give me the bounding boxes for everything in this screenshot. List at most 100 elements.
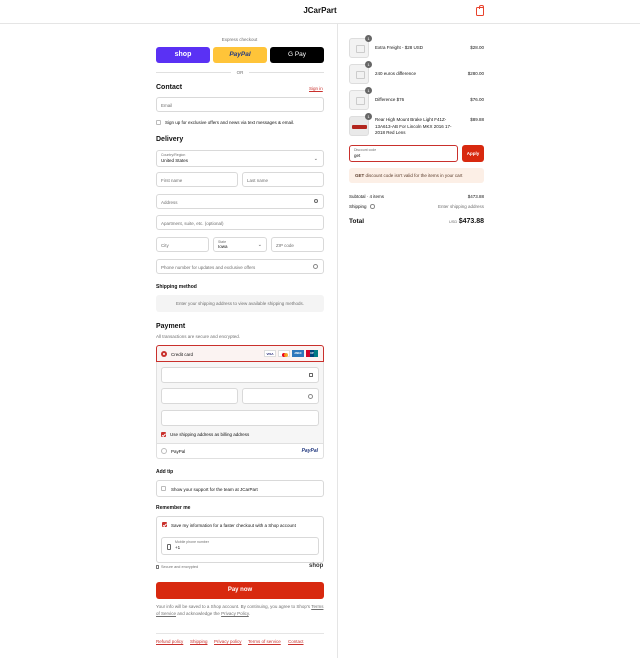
tip-option[interactable]: Show your support for the team at JCarPa… (156, 480, 324, 497)
chevron-down-icon: ⌄ (313, 156, 318, 162)
pay-now-button[interactable]: Pay now (156, 582, 324, 599)
discount-error-text: discount code isn't valid for the items … (365, 173, 463, 178)
subtotal-label: Subtotal · 4 items (349, 194, 385, 199)
tip-title: Add tip (156, 469, 174, 475)
line-item-price: $28.00 (470, 45, 484, 50)
currency-code: USD (448, 219, 458, 224)
terms-of-service-link[interactable]: Terms of service (248, 639, 281, 644)
line-item-name: 240 euros difference (375, 71, 416, 76)
phone-field[interactable]: Phone number for updates and exclusive o… (156, 259, 324, 274)
country-label: Country/Region (161, 153, 186, 157)
help-icon[interactable] (313, 264, 318, 269)
or-divider-left (156, 72, 231, 73)
save-info-checkbox[interactable] (162, 522, 167, 527)
help-icon[interactable] (370, 204, 375, 209)
credit-card-option[interactable]: Credit card VISA AMEX UP (156, 345, 324, 362)
remember-title: Remember me (156, 505, 191, 511)
email-placeholder: Email (161, 103, 173, 108)
quantity-badge: 1 (365, 35, 372, 42)
legal-text: Your info will be saved to a Shop accoun… (156, 604, 324, 617)
google-pay-button[interactable]: G Pay (270, 47, 324, 63)
mobile-value: +1 (175, 545, 181, 550)
contact-link[interactable]: Contact (288, 639, 304, 644)
search-icon (314, 199, 318, 203)
shopping-bag-icon[interactable] (476, 5, 484, 16)
shipping-method-notice: Enter your shipping address to view avai… (156, 295, 324, 312)
radio-selected[interactable] (161, 351, 167, 357)
billing-same-label: Use shipping address as billing address (170, 432, 250, 437)
legal-text-3: . (248, 610, 251, 616)
address-placeholder: Address (161, 200, 178, 205)
first-name-placeholder: First name (161, 178, 183, 183)
lock-icon (156, 565, 159, 569)
privacy-policy-link[interactable]: Privacy policy (214, 639, 242, 644)
address-field[interactable]: Address (156, 194, 324, 209)
chevron-down-icon: ⌄ (257, 242, 262, 248)
contact-title: Contact (156, 84, 183, 91)
payment-subtitle: All transactions are secure and encrypte… (156, 334, 241, 339)
unionpay-icon: UP (306, 350, 318, 357)
refund-policy-link[interactable]: Refund policy (156, 639, 183, 644)
header: JCarPart (0, 0, 640, 24)
first-name-field[interactable]: First name (156, 172, 238, 187)
discount-value: get (354, 153, 361, 158)
column-divider (337, 24, 338, 658)
mobile-phone-field[interactable]: Mobile phone number +1 (161, 537, 319, 555)
state-value: Iowa (218, 244, 228, 249)
country-value: United States (161, 158, 189, 163)
shipping-policy-link[interactable]: Shipping (190, 639, 208, 644)
quantity-badge: 1 (365, 87, 372, 94)
store-logo[interactable]: JCarPart (0, 6, 640, 15)
paypal-logo: PayPal (301, 448, 318, 454)
shop-pay-button[interactable]: shop (156, 47, 210, 63)
quantity-badge: 1 (365, 113, 372, 120)
apply-discount-button[interactable]: Apply (462, 145, 484, 162)
subtotal-value: $473.88 (467, 194, 484, 199)
line-item-price: $76.00 (470, 97, 484, 102)
save-info-label: Save my information for a faster checkou… (171, 523, 296, 528)
billing-same-checkbox[interactable] (161, 432, 166, 437)
card-expiry-field[interactable] (161, 388, 238, 404)
credit-card-label: Credit card (171, 352, 194, 357)
city-field[interactable]: City (156, 237, 209, 252)
radio-unselected[interactable] (161, 448, 167, 454)
news-label: Sign up for exclusive offers and news vi… (165, 120, 295, 125)
apartment-field[interactable]: Apartment, suite, etc. (optional) (156, 215, 324, 230)
sign-in-link[interactable]: Sign in (309, 86, 323, 91)
email-field[interactable]: Email (156, 97, 324, 112)
help-icon[interactable] (308, 394, 313, 399)
shipping-label: Shipping (349, 204, 367, 209)
mobile-icon (167, 544, 171, 550)
last-name-placeholder: Last name (247, 178, 269, 183)
news-checkbox[interactable] (156, 120, 161, 125)
mastercard-icon (278, 350, 290, 357)
card-cvv-field[interactable] (242, 388, 319, 404)
tip-label: Show your support for the team at JCarPa… (171, 487, 258, 492)
legal-text-2: and acknowledge the (177, 610, 220, 616)
card-name-field[interactable] (161, 410, 319, 426)
footer-divider (156, 633, 324, 634)
last-name-field[interactable]: Last name (242, 172, 324, 187)
total-amount: USD $473.88 (424, 218, 484, 225)
paypal-option[interactable]: PayPal PayPal (156, 444, 324, 459)
payment-title: Payment (156, 323, 186, 330)
paypal-express-button[interactable]: PayPal (213, 47, 267, 63)
total-value: $473.88 (458, 218, 484, 225)
zip-field[interactable]: ZIP code (271, 237, 324, 252)
discount-code-field[interactable]: Discount code get (349, 145, 458, 162)
lock-icon (309, 373, 313, 377)
state-select[interactable]: State Iowa ⌄ (213, 237, 267, 252)
delivery-title: Delivery (156, 136, 184, 143)
tip-checkbox[interactable] (161, 486, 166, 491)
total-label: Total (349, 218, 365, 225)
express-checkout-title: Express checkout (221, 37, 258, 42)
zip-placeholder: ZIP code (276, 243, 294, 248)
line-item-name: Difference $76 (375, 97, 405, 102)
privacy-link[interactable]: Privacy Policy (221, 611, 249, 616)
legal-text-1: Your info will be saved to a Shop accoun… (156, 604, 311, 609)
line-item-price: $89.88 (470, 117, 484, 122)
amex-icon: AMEX (292, 350, 304, 357)
card-number-field[interactable] (161, 367, 319, 383)
phone-placeholder: Phone number for updates and exclusive o… (161, 265, 256, 270)
country-select[interactable]: Country/Region United States ⌄ (156, 150, 324, 167)
